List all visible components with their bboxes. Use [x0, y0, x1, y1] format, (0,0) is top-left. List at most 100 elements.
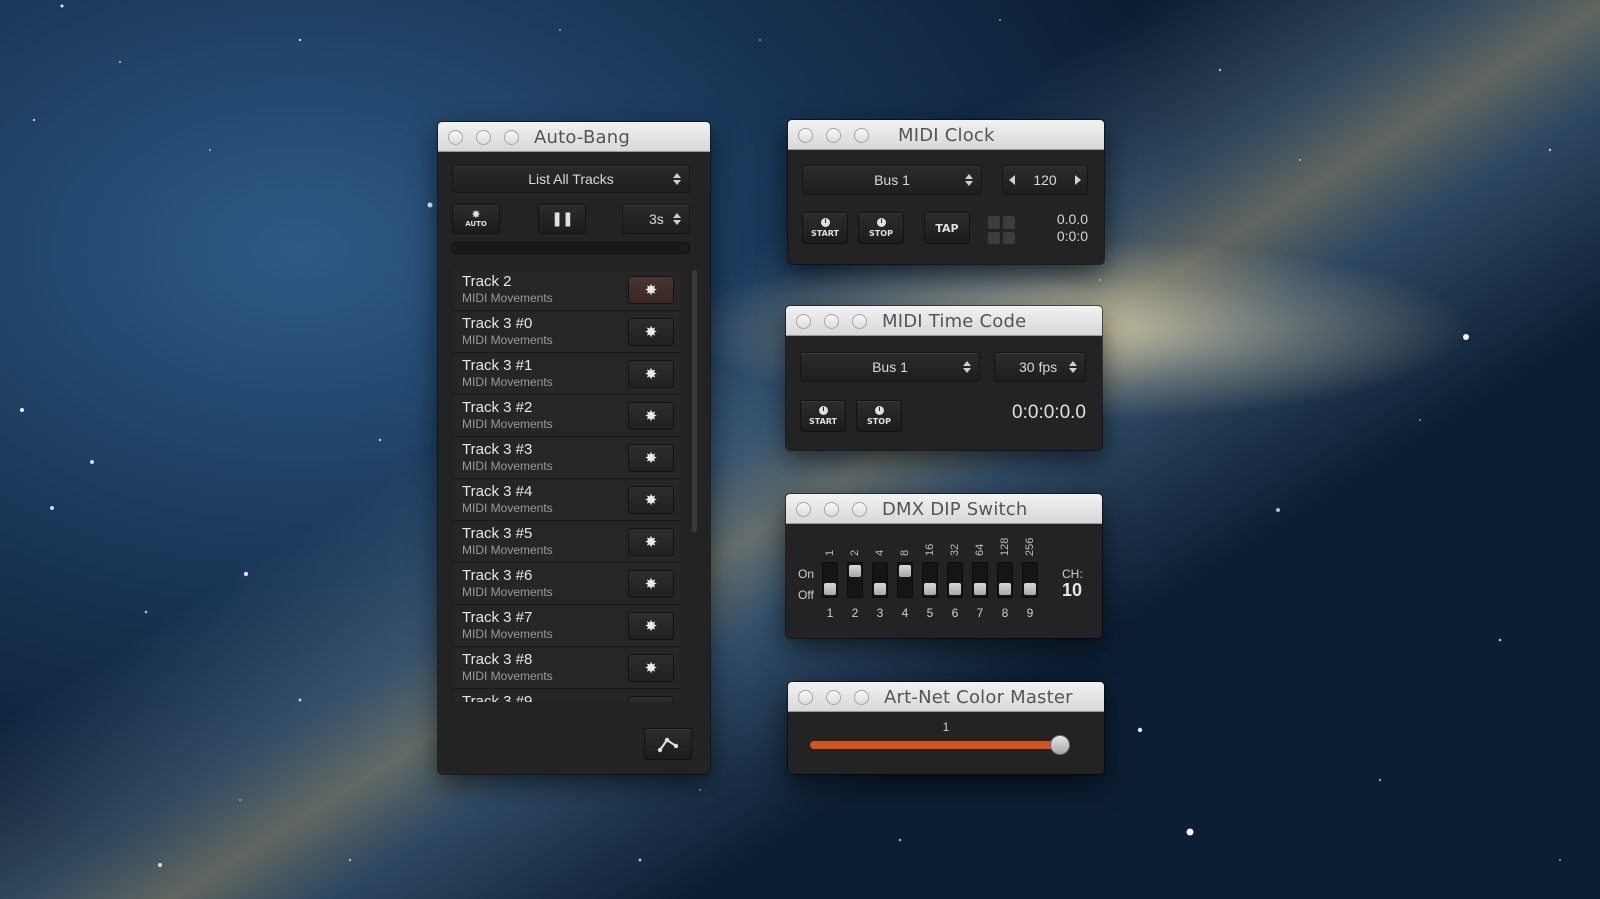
- track-row: Track 3 #5 MIDI Movements ✸: [454, 522, 680, 563]
- interval-stepper[interactable]: 3s: [622, 204, 690, 234]
- interval-value: 3s: [649, 211, 664, 227]
- close-button[interactable]: [448, 130, 463, 145]
- clock-icon: [874, 406, 884, 415]
- graph-button[interactable]: [644, 728, 692, 760]
- dip-switch[interactable]: [897, 562, 913, 598]
- bus-select[interactable]: Bus 1: [802, 165, 982, 195]
- start-button[interactable]: START: [800, 400, 846, 432]
- dip-switch[interactable]: [997, 562, 1013, 598]
- window-title: Auto-Bang: [534, 127, 630, 148]
- zoom-button[interactable]: [854, 690, 869, 705]
- dip-value-label: 128: [999, 537, 1011, 556]
- list-select-value: List All Tracks: [528, 171, 614, 187]
- dip-switch[interactable]: [872, 562, 888, 598]
- dip-index-label: 1: [826, 606, 834, 620]
- bang-button[interactable]: ✸: [628, 276, 674, 304]
- track-name: Track 3 #7: [462, 609, 533, 626]
- stop-label: STOP: [867, 417, 891, 426]
- tap-button[interactable]: TAP: [924, 212, 970, 244]
- titlebar: MIDI Time Code: [786, 306, 1102, 336]
- burst-icon: ✸: [645, 701, 658, 702]
- start-button[interactable]: START: [802, 212, 848, 244]
- dmx-dip-switch-window: DMX DIP Switch On Off 1 1 2 2 4 3 8 4 16 5 32 6 64 7 1…: [786, 494, 1102, 638]
- track-row: Track 3 #6 MIDI Movements ✸: [454, 564, 680, 605]
- minimize-button[interactable]: [824, 314, 839, 329]
- zoom-button[interactable]: [504, 130, 519, 145]
- minimize-button[interactable]: [476, 130, 491, 145]
- burst-icon: ✸: [471, 208, 481, 221]
- zoom-button[interactable]: [854, 128, 869, 143]
- burst-icon: ✸: [644, 618, 658, 635]
- fps-select[interactable]: 30 fps: [994, 352, 1086, 382]
- dip-index-label: 3: [876, 606, 884, 620]
- dip-value-label: 4: [874, 549, 886, 556]
- level-slider[interactable]: [810, 735, 1070, 755]
- close-button[interactable]: [798, 690, 813, 705]
- clock-time: 0:0:0: [1056, 228, 1088, 244]
- track-name: Track 3 #2: [462, 399, 533, 416]
- dip-switch-knob: [824, 583, 836, 595]
- bang-button[interactable]: ✸: [628, 612, 674, 640]
- bang-button[interactable]: ✸: [628, 402, 674, 430]
- decrement-arrow-icon[interactable]: [1009, 175, 1015, 185]
- close-button[interactable]: [798, 128, 813, 143]
- dip-switch[interactable]: [1022, 562, 1038, 598]
- increment-arrow-icon[interactable]: [1075, 175, 1081, 185]
- dip-switch[interactable]: [922, 562, 938, 598]
- bang-button[interactable]: ✸: [628, 528, 674, 556]
- dip-switch-knob: [899, 565, 911, 577]
- bus-value: Bus 1: [874, 172, 910, 188]
- burst-icon: ✸: [644, 576, 658, 593]
- dip-value-label: 32: [949, 543, 961, 556]
- track-name: Track 3 #3: [462, 441, 533, 458]
- updown-arrows-icon: [673, 213, 681, 225]
- dip-index-label: 8: [1001, 606, 1009, 620]
- bang-button[interactable]: ✸: [628, 486, 674, 514]
- dip-switch[interactable]: [847, 562, 863, 598]
- dip-switch-knob: [949, 583, 961, 595]
- clock-icon: [820, 218, 830, 227]
- dip-switch-knob: [1024, 583, 1036, 595]
- dip-index-label: 5: [926, 606, 934, 620]
- graph-icon: [657, 737, 679, 753]
- close-button[interactable]: [796, 314, 811, 329]
- track-subtitle: MIDI Movements: [462, 333, 553, 347]
- track-name: Track 3 #1: [462, 357, 533, 374]
- bus-select[interactable]: Bus 1: [800, 352, 980, 382]
- clock-icon: [876, 218, 886, 227]
- track-row: Track 3 #8 MIDI Movements ✸: [454, 648, 680, 689]
- bang-button[interactable]: ✸: [628, 570, 674, 598]
- burst-icon: ✸: [644, 324, 658, 341]
- pause-icon: ❚❚: [551, 211, 573, 227]
- stop-button[interactable]: STOP: [858, 212, 904, 244]
- dip-switch[interactable]: [947, 562, 963, 598]
- pause-button[interactable]: ❚❚: [538, 204, 586, 234]
- bpm-stepper[interactable]: 120: [1002, 165, 1088, 195]
- beat-indicator: [988, 216, 1016, 244]
- clock-position: 0.0.0: [1056, 211, 1088, 227]
- list-select[interactable]: List All Tracks: [452, 165, 690, 193]
- scrollbar[interactable]: [692, 270, 697, 532]
- burst-icon: ✸: [644, 282, 658, 299]
- auto-button[interactable]: ✸ AUTO: [452, 204, 500, 234]
- start-label: START: [810, 229, 840, 238]
- minimize-button[interactable]: [826, 128, 841, 143]
- bang-button[interactable]: ✸: [628, 654, 674, 682]
- minimize-button[interactable]: [826, 690, 841, 705]
- window-title: MIDI Time Code: [882, 311, 1027, 332]
- slider-thumb[interactable]: [1050, 735, 1070, 755]
- dip-switch[interactable]: [822, 562, 838, 598]
- track-name: Track 2: [462, 273, 512, 290]
- stop-button[interactable]: STOP: [856, 400, 902, 432]
- bang-button[interactable]: ✸: [628, 360, 674, 388]
- bang-button[interactable]: ✸: [628, 696, 674, 702]
- bang-button[interactable]: ✸: [628, 444, 674, 472]
- zoom-button[interactable]: [852, 314, 867, 329]
- track-subtitle: MIDI Movements: [462, 459, 553, 473]
- track-subtitle: MIDI Movements: [462, 585, 553, 599]
- dip-value-label: 64: [974, 543, 986, 556]
- track-row: Track 2 MIDI Movements ✸: [454, 270, 680, 311]
- bang-button[interactable]: ✸: [628, 318, 674, 346]
- midi-time-code-window: MIDI Time Code Bus 1 30 fps START STOP 0…: [786, 306, 1102, 450]
- dip-switch[interactable]: [972, 562, 988, 598]
